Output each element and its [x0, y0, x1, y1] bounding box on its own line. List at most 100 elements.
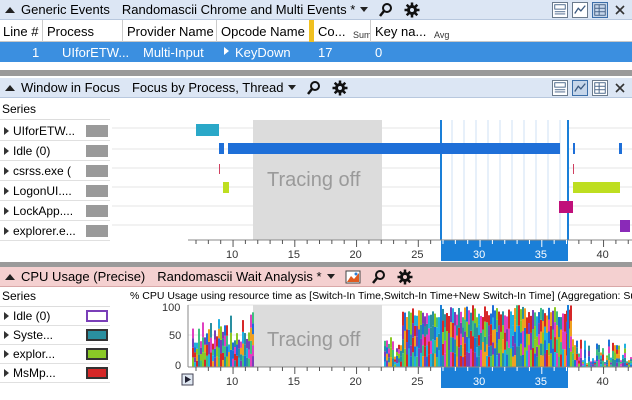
expand-icon[interactable]: [4, 350, 9, 358]
series-name: explor...: [13, 347, 56, 361]
focus-bar[interactable]: [573, 143, 575, 154]
focus-bar[interactable]: [223, 182, 229, 193]
expand-icon[interactable]: [4, 167, 9, 175]
column-key[interactable]: Key na...: [375, 24, 426, 39]
series-row[interactable]: Syste...: [0, 326, 110, 345]
chevron-down-icon: [288, 85, 297, 90]
chart-image-icon[interactable]: [345, 269, 361, 285]
focus-bar[interactable]: [228, 143, 560, 154]
column-provider[interactable]: Provider Name: [127, 24, 214, 39]
table-only-icon[interactable]: [592, 2, 608, 18]
view-mode-buttons: [552, 80, 628, 96]
gear-icon[interactable]: [332, 80, 348, 96]
series-color-swatch[interactable]: [86, 329, 108, 341]
pane-title: CPU Usage (Precise): [21, 269, 146, 284]
focus-bar[interactable]: [620, 220, 630, 232]
axis-label: 25: [411, 249, 423, 261]
expand-icon[interactable]: [4, 312, 9, 320]
graph-and-table-icon[interactable]: [552, 2, 568, 18]
y-label-0: 0: [175, 360, 181, 372]
cell-line: 1: [32, 45, 40, 60]
series-name: LogonUI....: [13, 184, 72, 198]
search-icon[interactable]: [371, 269, 387, 285]
preset-dropdown[interactable]: Randomascii Wait Analysis *: [157, 269, 335, 284]
window-focus-titlebar: Window in Focus Focus by Process, Thread: [0, 78, 632, 98]
column-opcode[interactable]: Opcode Name: [221, 24, 305, 39]
series-row[interactable]: explorer.e...: [0, 222, 110, 241]
series-name: Idle (0): [13, 309, 51, 323]
expand-icon[interactable]: [4, 331, 9, 339]
series-row[interactable]: LogonUI....: [0, 182, 110, 201]
preset-dropdown[interactable]: Focus by Process, Thread: [132, 80, 297, 95]
search-icon[interactable]: [306, 80, 322, 96]
series-row[interactable]: MsMp...: [0, 364, 110, 383]
chevron-down-icon: [326, 274, 335, 279]
table-row[interactable]: 1 UIforETW... Multi-Input KeyDown 17 0: [0, 42, 632, 62]
graph-only-icon[interactable]: [572, 80, 588, 96]
gear-icon[interactable]: [404, 2, 420, 18]
close-icon[interactable]: [612, 2, 628, 18]
cpu-usage-chart[interactable]: 100 50 0 Tracing off 1015202530354045505…: [112, 303, 632, 400]
collapse-icon[interactable]: [5, 272, 15, 282]
series-row[interactable]: csrss.exe (: [0, 162, 110, 181]
axis-label: 40: [597, 249, 609, 261]
expand-icon[interactable]: [4, 369, 9, 377]
collapse-icon[interactable]: [5, 83, 15, 93]
series-color-swatch[interactable]: [86, 165, 108, 177]
table-header: Line # Process Provider Name Opcode Name…: [0, 20, 632, 42]
focus-bar[interactable]: [559, 201, 573, 213]
cpu-usage-titlebar: CPU Usage (Precise) Randomascii Wait Ana…: [0, 267, 632, 287]
column-count[interactable]: Co...: [318, 24, 345, 39]
search-icon[interactable]: [378, 2, 394, 18]
expand-icon[interactable]: [4, 207, 9, 215]
series-row[interactable]: UIforETW...: [0, 122, 110, 141]
column-process[interactable]: Process: [47, 24, 94, 39]
close-icon[interactable]: [612, 80, 628, 96]
series-name: MsMp...: [13, 366, 56, 380]
view-mode-buttons: [552, 2, 628, 18]
series-row[interactable]: explor...: [0, 345, 110, 364]
series-name: LockApp....: [13, 204, 74, 218]
table-only-icon[interactable]: [592, 80, 608, 96]
selection-region: [441, 120, 568, 240]
expand-icon[interactable]: [4, 127, 9, 135]
tracing-off-label: Tracing off: [267, 329, 361, 351]
series-row[interactable]: LockApp....: [0, 202, 110, 221]
cell-provider: Multi-Input: [143, 45, 204, 60]
axis-label: 15: [288, 376, 300, 388]
focus-bar[interactable]: [573, 164, 574, 174]
series-color-swatch[interactable]: [86, 367, 108, 379]
series-color-swatch[interactable]: [86, 205, 108, 217]
expand-icon[interactable]: [4, 147, 9, 155]
expand-icon[interactable]: [4, 227, 9, 235]
series-name: Idle (0): [13, 144, 51, 158]
series-color-swatch[interactable]: [86, 185, 108, 197]
focus-bar[interactable]: [196, 124, 219, 136]
focus-timeline-chart[interactable]: Tracing off 10152025303540455055: [112, 98, 632, 263]
graph-only-icon[interactable]: [572, 2, 588, 18]
series-color-swatch[interactable]: [86, 310, 108, 322]
focus-bar[interactable]: [219, 164, 220, 174]
graph-and-table-icon[interactable]: [552, 80, 568, 96]
collapse-icon[interactable]: [5, 5, 15, 15]
count-aggregation: Sum: [353, 30, 372, 40]
series-color-swatch[interactable]: [86, 145, 108, 157]
pane-title: Window in Focus: [21, 80, 120, 95]
gear-icon[interactable]: [397, 269, 413, 285]
series-row[interactable]: Idle (0): [0, 142, 110, 161]
cell-count: 17: [318, 45, 333, 60]
column-line[interactable]: Line #: [3, 24, 38, 39]
focus-bar[interactable]: [573, 182, 620, 193]
series-color-swatch[interactable]: [86, 348, 108, 360]
focus-bar[interactable]: [219, 143, 224, 154]
axis-label: 35: [535, 376, 547, 388]
focus-bar[interactable]: [619, 143, 622, 154]
expand-icon[interactable]: [4, 187, 9, 195]
series-color-swatch[interactable]: [86, 125, 108, 137]
preset-dropdown[interactable]: Randomascii Chrome and Multi Events *: [122, 2, 369, 17]
series-row[interactable]: Idle (0): [0, 307, 110, 326]
expand-icon[interactable]: [224, 47, 229, 55]
grouping-bar[interactable]: [309, 20, 314, 42]
series-color-swatch[interactable]: [86, 225, 108, 237]
scroll-left-button[interactable]: [181, 373, 194, 386]
